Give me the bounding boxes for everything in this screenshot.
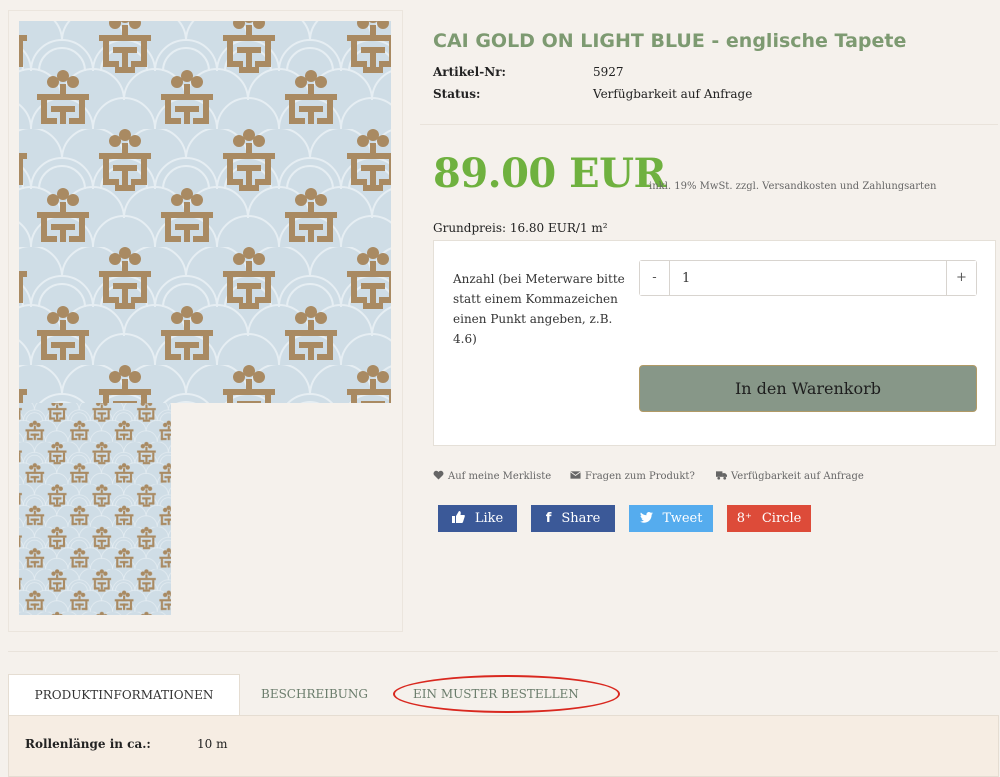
tweet-label: Tweet (662, 511, 703, 526)
wallpaper-pattern-image (19, 21, 391, 403)
tab-beschreibung[interactable]: BESCHREIBUNG (261, 674, 368, 715)
availability-link[interactable]: Verfügbarkeit auf Anfrage (716, 470, 864, 482)
truck-icon (716, 471, 727, 480)
quantity-decrease-button[interactable]: - (640, 261, 670, 295)
add-to-cart-button[interactable]: In den Warenkorb (639, 365, 977, 412)
share-label: Share (561, 511, 601, 526)
facebook-like-button[interactable]: Like (438, 505, 517, 532)
tweet-button[interactable]: Tweet (629, 505, 713, 532)
section-divider (8, 651, 998, 652)
facebook-share-button[interactable]: f Share (531, 505, 615, 532)
divider (420, 124, 998, 125)
quantity-label: Anzahl (bei Meterware bitte statt einem … (453, 272, 625, 346)
heart-icon (433, 470, 444, 480)
availability-label: Verfügbarkeit auf Anfrage (731, 471, 864, 482)
article-number-label: Artikel-Nr: (433, 65, 506, 79)
product-title: CAI GOLD ON LIGHT BLUE - englische Tapet… (433, 30, 907, 52)
status-value: Verfügbarkeit auf Anfrage (593, 87, 753, 101)
google-plus-circle-button[interactable]: 8⁺ Circle (727, 505, 811, 532)
base-price: Grundpreis: 16.80 EUR/1 m² (433, 221, 608, 235)
tab-produktinformationen[interactable]: PRODUKTINFORMATIONEN (8, 674, 240, 715)
article-number-value: 5927 (593, 65, 624, 79)
facebook-icon: f (545, 511, 552, 526)
product-gallery (8, 10, 403, 632)
product-price: 89.00 EUR (433, 150, 667, 197)
wallpaper-thumbnail-pattern (19, 403, 171, 615)
quantity-increase-button[interactable]: + (946, 261, 976, 295)
roll-length-label: Rollenlänge in ca.: (25, 737, 151, 751)
like-label: Like (474, 511, 504, 526)
tab-ein-muster-bestellen[interactable]: EIN MUSTER BESTELLEN (413, 674, 579, 715)
envelope-icon (570, 471, 581, 479)
thumbs-up-icon (451, 511, 465, 523)
main-product-image[interactable] (19, 21, 391, 403)
quantity-input[interactable] (672, 261, 942, 295)
twitter-icon (639, 512, 653, 523)
google-plus-icon: 8⁺ (736, 511, 752, 526)
wishlist-link[interactable]: Auf meine Merkliste (433, 470, 551, 482)
wishlist-label: Auf meine Merkliste (448, 471, 552, 482)
tax-note[interactable]: inkl. 19% MwSt. zzgl. Versandkosten und … (649, 181, 936, 192)
status-label: Status: (433, 87, 481, 101)
circle-label: Circle (761, 511, 802, 526)
product-question-label: Fragen zum Produkt? (585, 471, 695, 482)
tab-content-panel (8, 715, 999, 777)
product-question-link[interactable]: Fragen zum Produkt? (570, 470, 695, 482)
thumbnail-image[interactable] (19, 403, 171, 615)
roll-length-value: 10 m (197, 737, 228, 751)
add-to-cart-box: Anzahl (bei Meterware bitte statt einem … (433, 240, 996, 446)
quantity-stepper: - + (639, 260, 977, 296)
